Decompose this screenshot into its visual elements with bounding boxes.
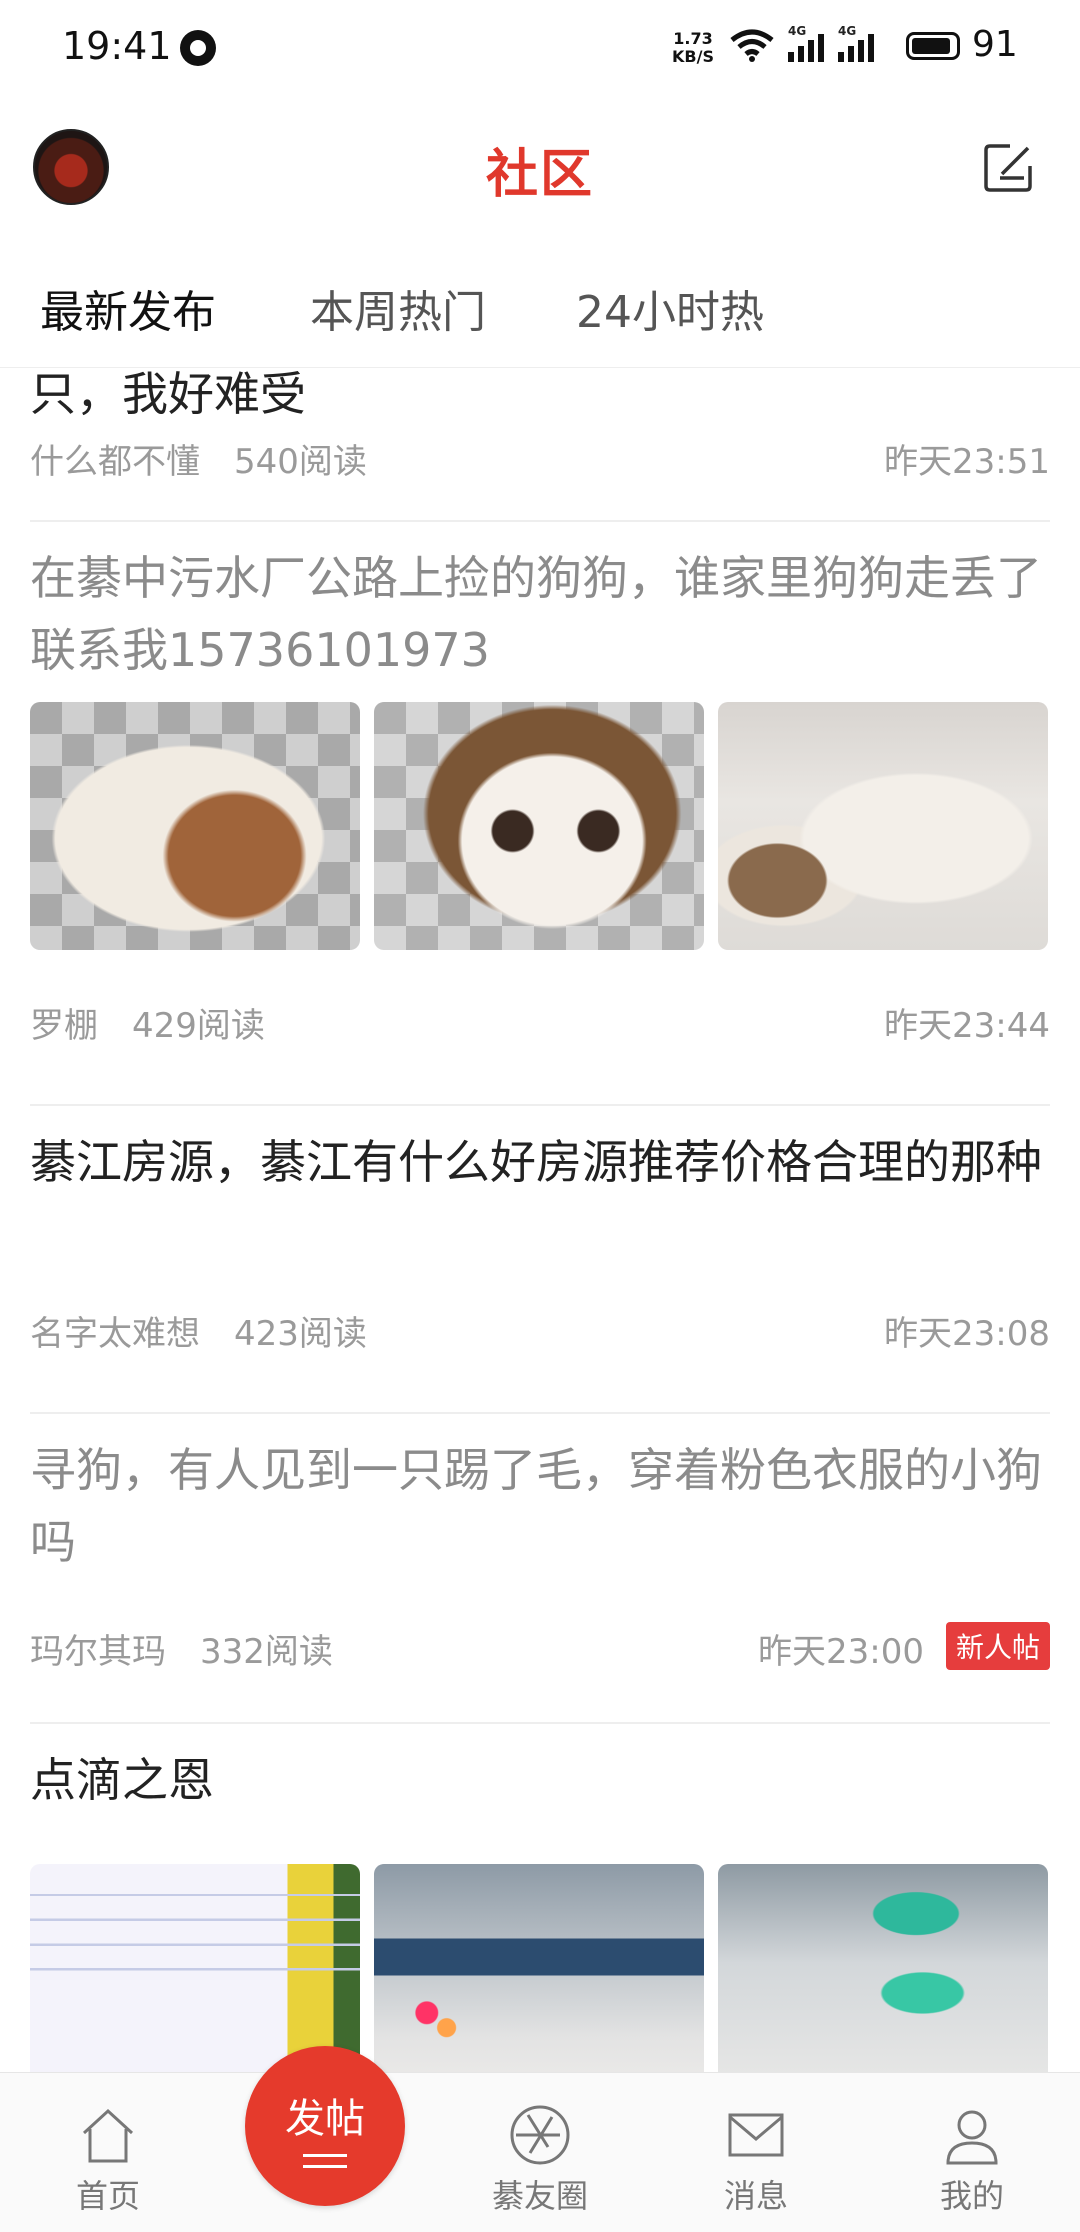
clock: 19:41 [62,24,172,68]
post-author: 玛尔其玛 [30,1632,166,1672]
post-time: 昨天23:51 [884,442,1050,482]
post-reads: 332阅读 [200,1632,333,1672]
post-images [30,1864,1048,2072]
post-title: 寻狗，有人见到一只踢了毛，穿着粉色衣服的小狗吗 [30,1443,1042,1569]
signal-icon: 4G [788,24,824,62]
post-author: 罗棚 [30,1006,98,1046]
post-title: 在綦中污水厂公路上捡的狗狗，谁家里狗狗走丢了联系我15736101973 [30,551,1042,677]
aperture-icon [510,2105,570,2165]
list-item[interactable]: 在綦中污水厂公路上捡的狗狗，谁家里狗狗走丢了联系我15736101973 罗棚 4… [30,522,1050,1106]
post-image[interactable] [718,702,1048,950]
notification-icon [180,30,216,66]
post-reads: 540阅读 [234,442,367,482]
post-title: 只，我好难受 [30,368,306,421]
menu-lines-icon [303,2154,347,2168]
page-title: 社区 [485,144,594,205]
post-author: 什么都不懂 [30,442,200,482]
status-icons: 4G 4G [730,24,874,62]
post-meta: 玛尔其玛 332阅读 [30,1624,333,1673]
post-button-label: 发帖 [285,2096,365,2142]
post-reads: 423阅读 [234,1314,367,1354]
post-image[interactable] [718,1864,1048,2072]
post-image[interactable] [374,1864,704,2072]
nav-home[interactable]: 首页 [38,2103,178,2217]
post-title: 点滴之恩 [30,1753,214,1807]
network-speed: 1.73 KB/S [672,29,714,66]
edit-icon[interactable] [980,140,1036,196]
post-time: 昨天23:44 [884,1006,1050,1046]
bottom-nav: 首页 綦友圈 消息 我的 [0,2072,1080,2232]
nav-messages[interactable]: 消息 [686,2103,826,2217]
app-header: 社区 [0,96,1080,246]
tab-weekly-hot[interactable]: 本周热门 [310,276,486,340]
post-button[interactable]: 发帖 [245,2046,405,2206]
post-reads: 429阅读 [132,1006,265,1046]
tab-bar: 最新发布 本周热门 24小时热 [0,246,1080,368]
post-meta: 名字太难想 423阅读 [30,1306,367,1355]
tab-24h-hot[interactable]: 24小时热 [576,276,764,340]
post-meta: 罗棚 429阅读 [30,998,265,1047]
nav-mine-label: 我的 [939,2177,1004,2215]
list-item[interactable]: 点滴之恩 [30,1724,1050,2072]
status-bar: 19:41 1.73 KB/S 4G 4G 91 [0,0,1080,96]
user-icon [946,2110,998,2165]
post-feed: 只，我好难受 什么都不懂 540阅读 昨天23:51 在綦中污水厂公路上捡的狗狗，… [0,368,1080,2072]
wifi-icon [730,29,774,62]
nav-circle-label: 綦友圈 [491,2177,588,2215]
list-item[interactable]: 綦江房源，綦江有什么好房源推荐价格合理的那种 名字太难想 423阅读 昨天23:0… [30,1106,1050,1414]
nav-messages-label: 消息 [723,2177,788,2215]
nav-mine[interactable]: 我的 [902,2103,1042,2217]
battery-level: 91 [972,24,1018,65]
post-image[interactable] [374,702,704,950]
mail-icon [728,2113,784,2157]
nav-home-label: 首页 [75,2177,140,2215]
signal-icon-2: 4G [838,24,874,62]
post-meta: 什么都不懂 540阅读 [30,434,367,483]
tab-latest[interactable]: 最新发布 [40,276,216,340]
post-time: 昨天23:08 [884,1314,1050,1354]
home-icon [82,2108,134,2163]
list-item[interactable]: 寻狗，有人见到一只踢了毛，穿着粉色衣服的小狗吗 玛尔其玛 332阅读 昨天23:0… [30,1414,1050,1724]
post-author: 名字太难想 [30,1314,200,1354]
new-user-badge: 新人帖 [945,1622,1050,1670]
post-image[interactable] [30,702,360,950]
post-time: 昨天23:00 [758,1632,924,1672]
list-item[interactable]: 只，我好难受 什么都不懂 540阅读 昨天23:51 [30,368,1050,522]
post-image[interactable] [30,1864,360,2072]
battery-icon [906,32,960,60]
nav-circle[interactable]: 綦友圈 [470,2103,610,2217]
post-images [30,702,1048,950]
post-title: 綦江房源，綦江有什么好房源推荐价格合理的那种 [30,1135,1042,1189]
